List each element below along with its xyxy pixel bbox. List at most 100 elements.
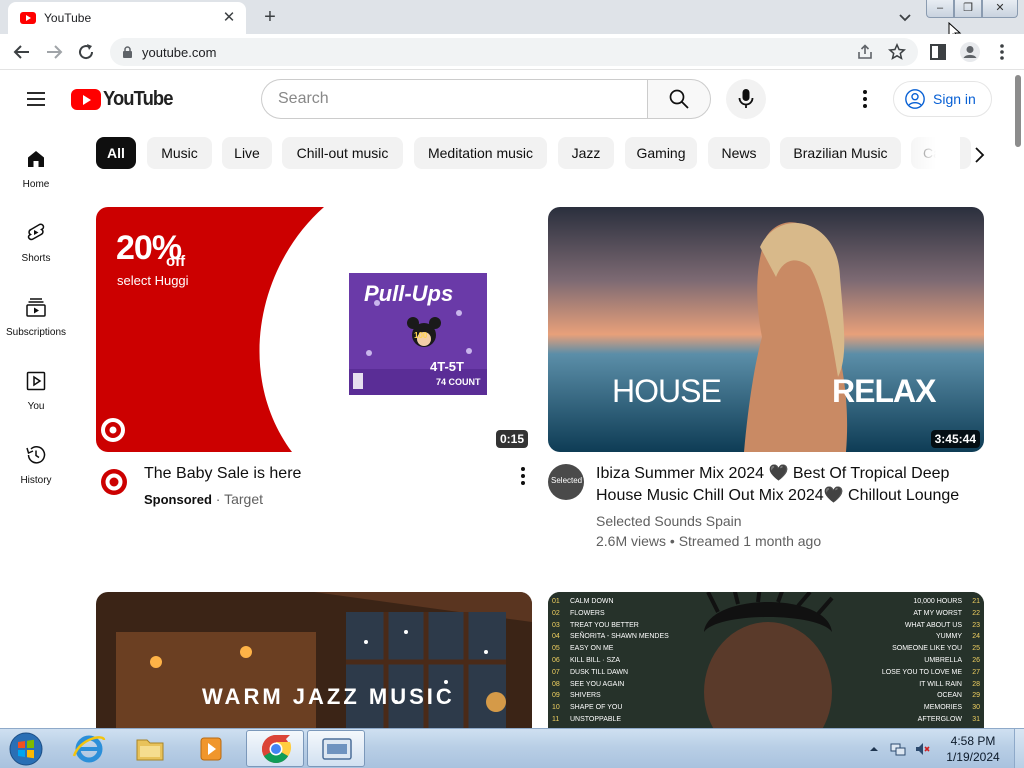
tracklist-row: 04 SEÑORITA - SHAWN MENDES: [552, 631, 712, 643]
track-name: EASY ON ME: [570, 645, 614, 653]
tracklist-row: 03 TREAT YOU BETTER: [552, 620, 712, 632]
page-scrollbar[interactable]: [1012, 71, 1024, 728]
file-explorer-icon[interactable]: [121, 730, 179, 767]
filter-chip-bar: All Music Live Chill-out music Meditatio…: [96, 137, 996, 171]
address-bar[interactable]: youtube.com: [110, 38, 918, 66]
volume-muted-icon[interactable]: [914, 741, 930, 757]
internet-explorer-icon[interactable]: [60, 730, 118, 767]
restore-button[interactable]: ❐: [954, 0, 982, 18]
history-icon: [26, 446, 46, 464]
video-thumbnail[interactable]: 20% off select Huggi Pull-Ups 100 4T-5T …: [96, 207, 532, 452]
video-title[interactable]: Ibiza Summer Mix 2024 🖤 Best Of Tropical…: [596, 463, 966, 507]
track-name: UNSTOPPABLE: [570, 715, 622, 723]
tray-expand-icon[interactable]: [868, 743, 880, 755]
chip-all[interactable]: All: [96, 137, 136, 169]
clock-date: 1/19/2024: [946, 750, 1000, 764]
sidebar-item-subscriptions[interactable]: Subscriptions: [0, 275, 72, 339]
track-name: DUSK TILL DAWN: [570, 668, 629, 676]
track-name: FLOWERS: [570, 609, 605, 617]
track-number: 21: [972, 598, 980, 605]
chevron-right-icon[interactable]: [966, 142, 992, 168]
chip-music[interactable]: Music: [147, 137, 212, 169]
track-name: 10,000 HOURS: [913, 598, 962, 605]
close-window-button[interactable]: ✕: [982, 0, 1018, 18]
close-tab-button[interactable]: ✕: [220, 9, 238, 27]
channel-name[interactable]: Target: [224, 491, 263, 507]
scrollbar-thumb[interactable]: [1015, 75, 1021, 147]
reload-icon[interactable]: [74, 40, 98, 64]
sidebar-item-home[interactable]: Home: [0, 127, 72, 191]
channel-name[interactable]: Selected Sounds Spain: [596, 513, 742, 529]
track-number: 02: [552, 609, 560, 617]
chip-news[interactable]: News: [708, 137, 770, 169]
tracklist-row: 10,000 HOURS 21: [820, 596, 980, 608]
channel-avatar[interactable]: Selected: [548, 464, 584, 500]
search-input[interactable]: [262, 80, 648, 118]
show-desktop-button[interactable]: [1014, 729, 1024, 768]
media-player-icon[interactable]: [182, 730, 240, 767]
chip-gaming[interactable]: Gaming: [625, 137, 697, 169]
tracklist-left: 01 CALM DOWN 02 FLOWERS 03 TREAT YOU BETTER 04…: [552, 596, 712, 726]
forward-arrow-icon[interactable]: [42, 40, 66, 64]
track-name: OCEAN: [937, 692, 962, 700]
chrome-icon[interactable]: [246, 730, 304, 767]
track-number: 26: [972, 656, 980, 664]
taskbar-clock[interactable]: 4:58 PM 1/19/2024: [938, 733, 1008, 765]
video-thumbnail[interactable]: 01 CALM DOWN 02 FLOWERS 03 TREAT YOU BETTER 04…: [548, 592, 984, 728]
sidebar-item-you[interactable]: You: [0, 349, 72, 413]
track-number: 22: [972, 609, 980, 617]
minimize-button[interactable]: –: [926, 0, 954, 18]
star-icon[interactable]: [888, 43, 906, 61]
mini-guide-sidebar: Home Shorts Subscriptions You History: [0, 127, 72, 727]
video-title[interactable]: The Baby Sale is here: [144, 463, 494, 485]
youtube-logo[interactable]: YouTube: [71, 88, 179, 110]
product-count-text: 74 COUNT: [436, 377, 481, 387]
windows-start-icon[interactable]: [6, 731, 46, 767]
ad-line-text: select Huggi: [117, 273, 189, 288]
channel-avatar[interactable]: [96, 464, 132, 500]
track-name: AT MY WORST: [913, 609, 962, 617]
track-name: UMBRELLA: [924, 656, 962, 664]
sponsored-label: Sponsored: [144, 492, 212, 507]
chevron-down-icon[interactable]: [894, 6, 916, 28]
window-controls: – ❐ ✕: [926, 0, 1018, 18]
video-thumbnail[interactable]: WARM JAZZ MUSIC: [96, 592, 532, 728]
voice-search-button[interactable]: [726, 79, 766, 119]
chip-meditation-music[interactable]: Meditation music: [414, 137, 547, 169]
tracklist-row: MEMORIES 30: [820, 702, 980, 714]
hamburger-menu-icon[interactable]: [24, 87, 48, 111]
track-number: 31: [972, 715, 980, 723]
track-name: SEÑORITA - SHAWN MENDES: [570, 633, 669, 641]
new-tab-button[interactable]: +: [258, 6, 282, 28]
track-name: IT WILL RAIN: [919, 680, 962, 688]
browser-tab[interactable]: YouTube ✕: [8, 2, 246, 34]
search-box: [261, 79, 648, 119]
settings-kebab-icon[interactable]: [853, 87, 877, 111]
side-panel-icon[interactable]: [926, 40, 950, 64]
chip-chill-out-music[interactable]: Chill-out music: [282, 137, 403, 169]
search-button[interactable]: [647, 79, 711, 119]
network-icon[interactable]: [890, 741, 906, 757]
chip-brazilian-music[interactable]: Brazilian Music: [780, 137, 901, 169]
sign-in-button[interactable]: Sign in: [893, 81, 992, 117]
sidebar-item-shorts[interactable]: Shorts: [0, 201, 72, 265]
lock-icon[interactable]: [122, 46, 133, 58]
tracklist-row: 09 SHIVERS: [552, 690, 712, 702]
track-number: 24: [972, 633, 980, 641]
video-thumbnail[interactable]: HOUSE RELAX 3:45:44: [548, 207, 984, 452]
sidebar-item-history[interactable]: History: [0, 423, 72, 487]
sidebar-item-label: Shorts: [21, 253, 51, 264]
chip-jazz[interactable]: Jazz: [558, 137, 614, 169]
chip-live[interactable]: Live: [222, 137, 272, 169]
keyboard-app-icon[interactable]: [307, 730, 365, 767]
duration-badge: 0:15: [495, 430, 528, 448]
product-name-text: Pull-Ups: [364, 281, 454, 306]
kebab-menu-icon[interactable]: [990, 40, 1014, 64]
track-number: 01: [552, 598, 560, 605]
subscriptions-icon: [26, 298, 46, 317]
screen: YouTube ✕ + – ❐ ✕ youtube.com YouTube Se…: [0, 0, 1024, 768]
share-icon[interactable]: [856, 43, 874, 61]
video-menu-icon[interactable]: [511, 464, 535, 488]
back-arrow-icon[interactable]: [10, 40, 34, 64]
profile-icon[interactable]: [958, 40, 982, 64]
